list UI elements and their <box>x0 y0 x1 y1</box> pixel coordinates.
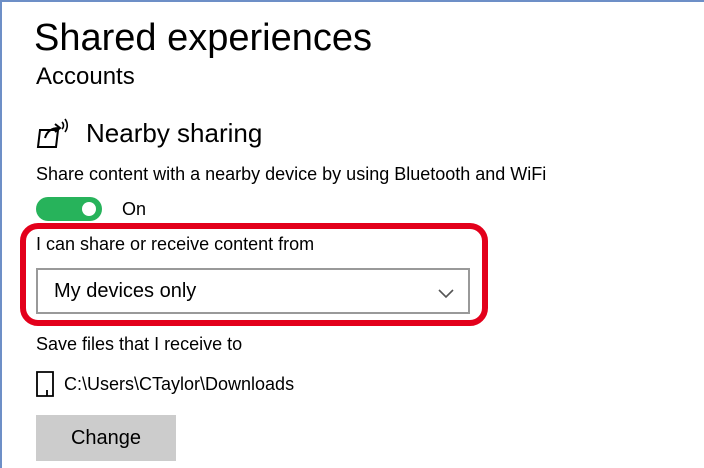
page-title: Shared experiences <box>34 17 372 59</box>
share-devices-icon <box>36 116 72 150</box>
receive-from-label: I can share or receive content from <box>36 234 315 254</box>
toggle-state-label: On <box>122 199 147 219</box>
page-subtitle: Accounts <box>36 63 135 90</box>
receive-from-dropdown[interactable]: My devices only <box>36 268 470 314</box>
receive-from-selected-value: My devices only <box>54 280 197 302</box>
save-location-path: C:\Users\CTaylor\Downloads <box>64 374 295 394</box>
nearby-sharing-toggle[interactable] <box>36 197 102 221</box>
toggle-knob <box>82 202 96 216</box>
nearby-sharing-header: Nearby sharing <box>36 116 262 150</box>
chevron-down-icon <box>438 286 454 299</box>
nearby-sharing-description: Share content with a nearby device by us… <box>36 164 547 184</box>
nearby-sharing-title: Nearby sharing <box>86 118 263 148</box>
nearby-sharing-toggle-row: On <box>36 197 146 221</box>
save-location-label: Save files that I receive to <box>36 334 243 354</box>
save-location-row: C:\Users\CTaylor\Downloads <box>36 370 294 398</box>
change-button[interactable]: Change <box>36 415 176 461</box>
device-icon <box>36 371 54 397</box>
